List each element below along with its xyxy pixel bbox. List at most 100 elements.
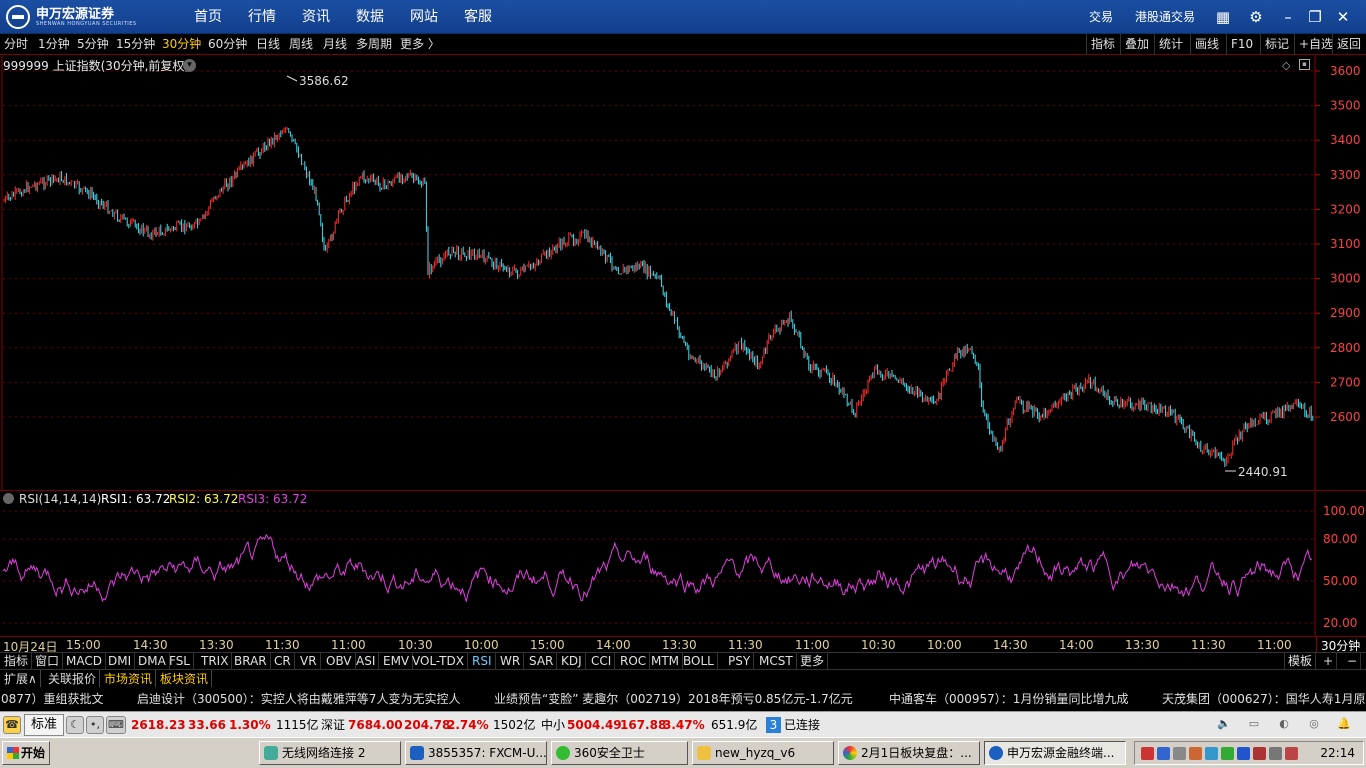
- add-panel-button[interactable]: +: [1320, 653, 1338, 670]
- task-browser[interactable]: 2月1日板块复盘：...: [838, 741, 980, 765]
- tool-overlay[interactable]: 叠加: [1120, 34, 1153, 55]
- tray-icon[interactable]: [1221, 747, 1234, 760]
- tray-icon[interactable]: [1205, 747, 1218, 760]
- speaker-icon[interactable]: 🔈: [1215, 716, 1233, 734]
- clock[interactable]: 22:14: [1320, 742, 1355, 764]
- indicator-tab-psy[interactable]: PSY: [725, 653, 755, 670]
- zx-index-value[interactable]: 5004.49: [567, 712, 622, 738]
- period-15m[interactable]: 15分钟: [116, 34, 155, 55]
- indicator-tab-asi[interactable]: ASI: [353, 653, 380, 670]
- indicator-tab-cr[interactable]: CR: [271, 653, 295, 670]
- price-chart[interactable]: 3600 3500 3400 3300 3200 3100 3000 2900 2800 2700…: [0, 56, 1366, 491]
- tray-icon[interactable]: [1141, 747, 1154, 760]
- gear-icon[interactable]: ⚙: [1247, 8, 1265, 26]
- tray-icon[interactable]: [1189, 747, 1202, 760]
- indicator-tab--[interactable]: 窗口: [32, 653, 64, 670]
- indicator-tab--[interactable]: 更多: [797, 653, 829, 670]
- sh-index-value[interactable]: 2618.23: [131, 712, 186, 738]
- related-quotes-tab[interactable]: 关联报价: [45, 670, 101, 688]
- template-button[interactable]: 模板: [1284, 653, 1317, 670]
- indicator-tab-vr[interactable]: VR: [297, 653, 321, 670]
- period-day[interactable]: 日线: [256, 34, 280, 55]
- period-multi[interactable]: 多周期: [356, 34, 392, 55]
- indicator-tab--[interactable]: 指标: [1, 653, 33, 670]
- tray-icon[interactable]: [1157, 747, 1170, 760]
- tool-mark[interactable]: 标记: [1260, 34, 1293, 55]
- indicator-tab-dma[interactable]: DMA: [135, 653, 170, 670]
- indicator-tab-trix[interactable]: TRIX: [198, 653, 233, 670]
- tray-icon[interactable]: [1173, 747, 1186, 760]
- ticker-item[interactable]: 业绩预告“变脸” 麦趣尔（002719）2018年预亏0.85亿元-1.7亿元: [494, 687, 853, 711]
- indicator-tab-dmi[interactable]: DMI: [105, 653, 136, 670]
- task-wifi[interactable]: 无线网络连接 2: [259, 741, 401, 765]
- keyboard-icon[interactable]: ⌨: [106, 716, 126, 734]
- market-news-tab[interactable]: 市场资讯: [101, 670, 157, 688]
- indicator-tab-roc[interactable]: ROC: [617, 653, 651, 670]
- indicator-tab-wr[interactable]: WR: [497, 653, 525, 670]
- tool-stats[interactable]: 统计: [1154, 34, 1187, 55]
- diamond-icon[interactable]: ◇: [1282, 59, 1290, 72]
- rsi-chart[interactable]: 100.00 80.00 50.00 20.00 RSI(14,14,14) RSI1…: [0, 492, 1366, 636]
- ticker-item[interactable]: 0877）重组获批文: [1, 687, 104, 711]
- expand-tab[interactable]: 扩展∧: [1, 670, 41, 688]
- menu-service[interactable]: 客服: [464, 0, 492, 34]
- task-360[interactable]: 360安全卫士: [551, 741, 688, 765]
- restore-icon[interactable]: ❐: [1306, 8, 1324, 26]
- settings-small-icon[interactable]: ◐: [1275, 716, 1293, 734]
- moon-icon[interactable]: ☾: [66, 716, 84, 734]
- sector-news-tab[interactable]: 板块资讯: [157, 670, 213, 688]
- volume-icon[interactable]: [1269, 747, 1282, 760]
- grid-layout-icon[interactable]: ▦: [1214, 8, 1232, 26]
- trade-button[interactable]: 交易: [1089, 0, 1113, 34]
- tool-f10[interactable]: F10: [1226, 34, 1257, 55]
- tray-icon[interactable]: [1285, 747, 1298, 760]
- indicator-tab-cci[interactable]: CCI: [588, 653, 616, 670]
- tool-add-watch[interactable]: +自选: [1294, 34, 1337, 55]
- brand-logo[interactable]: 申万宏源证券 SHENWAN HONGYUAN SECURITIES: [6, 5, 137, 29]
- task-fxcm[interactable]: 3855357: FXCM-U...: [405, 741, 547, 765]
- indicator-tab-boll[interactable]: BOLL: [680, 653, 718, 670]
- ticker-item[interactable]: 天茂集团（000627）：国华人寿1月原: [1162, 687, 1365, 711]
- period-30m[interactable]: 30分钟: [162, 34, 201, 55]
- menu-home[interactable]: 首页: [194, 0, 222, 34]
- indicator-tab-fsl[interactable]: FSL: [166, 653, 194, 670]
- menu-website[interactable]: 网站: [410, 0, 438, 34]
- indicator-tab-mcst[interactable]: MCST: [756, 653, 797, 670]
- period-month[interactable]: 月线: [323, 34, 347, 55]
- tray-icon[interactable]: [1253, 747, 1266, 760]
- bluetooth-icon[interactable]: [1237, 747, 1250, 760]
- menu-data[interactable]: 数据: [356, 0, 384, 34]
- refresh-icon[interactable]: ◎: [1305, 716, 1323, 734]
- period-60m[interactable]: 60分钟: [208, 34, 247, 55]
- panel-icon[interactable]: ▪: [1299, 59, 1310, 70]
- remove-panel-button[interactable]: −: [1344, 653, 1362, 670]
- period-week[interactable]: 周线: [289, 34, 313, 55]
- indicator-tab-mtm[interactable]: MTM: [648, 653, 684, 670]
- punct-icon[interactable]: •,: [86, 716, 104, 734]
- period-tick[interactable]: 分时: [4, 34, 28, 55]
- indicator-tab-obv[interactable]: OBV: [323, 653, 356, 670]
- connection-status[interactable]: 已连接: [784, 712, 820, 738]
- keyboard-small-icon[interactable]: ▭: [1245, 716, 1263, 734]
- rsi-collapse-icon[interactable]: [3, 493, 14, 504]
- task-folder[interactable]: new_hyzq_v6: [692, 741, 834, 765]
- period-5m[interactable]: 5分钟: [77, 34, 109, 55]
- menu-quotes[interactable]: 行情: [248, 0, 276, 34]
- indicator-tab-vol-tdx[interactable]: VOL-TDX: [409, 653, 468, 670]
- indicator-tab-kdj[interactable]: KDJ: [558, 653, 586, 670]
- tool-indicator[interactable]: 指标: [1086, 34, 1119, 55]
- indicator-tab-macd[interactable]: MACD: [63, 653, 106, 670]
- period-1m[interactable]: 1分钟: [38, 34, 70, 55]
- indicator-tab-rsi[interactable]: RSI: [469, 653, 496, 670]
- close-icon[interactable]: ✕: [1334, 8, 1352, 26]
- tool-back[interactable]: 返回: [1332, 34, 1365, 55]
- alert-icon[interactable]: ☎: [3, 716, 21, 734]
- sz-index-value[interactable]: 7684.00: [348, 712, 403, 738]
- start-button[interactable]: 开始: [2, 741, 50, 765]
- period-more[interactable]: 更多 〉: [400, 34, 440, 55]
- menu-news[interactable]: 资讯: [302, 0, 330, 34]
- mode-button[interactable]: 标准: [24, 714, 64, 736]
- ticker-item[interactable]: 启迪设计（300500）：实控人将由戴雅萍等7人变为无实控人: [137, 687, 460, 711]
- bell-icon[interactable]: 🔔: [1335, 716, 1353, 734]
- title-dropdown-icon[interactable]: ▾: [183, 59, 196, 72]
